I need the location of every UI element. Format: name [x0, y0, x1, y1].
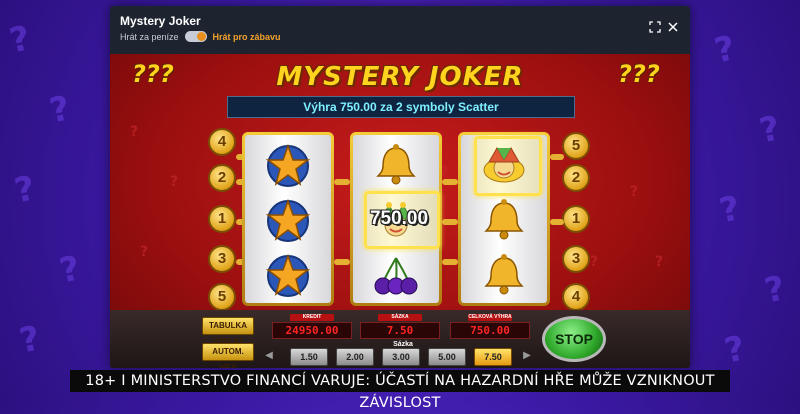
autoplay-button[interactable]: AUTOM. HRA [202, 343, 254, 368]
mode-fun-label[interactable]: Hrát pro zábavu [213, 32, 281, 42]
payline-connector [550, 154, 564, 160]
star-icon [245, 137, 331, 193]
payline-number: 1 [562, 205, 590, 233]
total-win-meter: CELKOVÁ VÝHRA 750.00 [450, 314, 530, 340]
bell-icon [461, 192, 547, 248]
close-icon[interactable] [666, 21, 680, 35]
modal-title: Mystery Joker [120, 14, 201, 28]
reel-1 [242, 132, 334, 306]
paytable-button[interactable]: TABULKA VÝPLAT [202, 317, 254, 346]
bet-option-selected[interactable]: 7.50 [474, 348, 512, 366]
mode-toggle[interactable] [184, 31, 207, 42]
gambling-warning: 18+ I MINISTERSTVO FINANCÍ VARUJE: ÚČAST… [70, 370, 730, 411]
payline-number: 3 [562, 245, 590, 273]
payline-connector [442, 259, 458, 265]
star-icon [245, 247, 331, 303]
bet-option[interactable]: 2.00 [336, 348, 374, 366]
bet-option[interactable]: 3.00 [382, 348, 420, 366]
game-modal: Mystery Joker Hrát za peníze Hrát pro zá… [110, 6, 690, 368]
total-win-value: 750.00 [450, 322, 530, 339]
bet-option[interactable]: 5.00 [428, 348, 466, 366]
credit-value: 24950.00 [272, 322, 352, 339]
bell-icon [353, 137, 439, 193]
win-message: Výhra 750.00 za 2 symboly Scatter [227, 96, 575, 118]
game-logo: MYSTERY JOKER [276, 62, 524, 92]
bet-decrease-icon[interactable]: ◀ [264, 350, 274, 362]
cherries-icon [353, 247, 439, 303]
payline-number: 5 [208, 283, 236, 311]
payline-connector [334, 179, 350, 185]
payline-number: 4 [562, 283, 590, 311]
bet-increase-icon[interactable]: ▶ [522, 350, 532, 362]
payline-number: 2 [208, 164, 236, 192]
payline-number: 4 [208, 128, 236, 156]
bell-icon [461, 247, 547, 303]
winning-symbol-highlight [474, 136, 542, 196]
star-icon [245, 192, 331, 248]
stop-button[interactable]: STOP [542, 316, 606, 362]
payline-number: 3 [208, 245, 236, 273]
control-bar: TABULKA VÝPLAT AUTOM. HRA KREDIT 24950.0… [110, 310, 690, 368]
bet-meter-label: SÁZKA [378, 314, 422, 321]
toggle-knob [196, 32, 206, 41]
payline-connector [442, 179, 458, 185]
modal-header: Mystery Joker Hrát za peníze Hrát pro zá… [110, 6, 690, 54]
payline-connector [550, 219, 564, 225]
payline-connector [442, 219, 458, 225]
payline-number: 2 [562, 164, 590, 192]
bet-meter-value: 7.50 [360, 322, 440, 339]
bet-option[interactable]: 1.50 [290, 348, 328, 366]
bet-selector-label: Sázka [393, 341, 413, 348]
payline-number: 1 [208, 205, 236, 233]
payline-connector [334, 259, 350, 265]
win-amount-overlay: 750.00 [369, 208, 429, 229]
payline-number: 5 [562, 132, 590, 160]
bet-meter: SÁZKA 7.50 [360, 314, 440, 340]
mode-real-label[interactable]: Hrát za peníze [120, 32, 179, 42]
fullscreen-icon[interactable] [648, 21, 662, 35]
slot-game: ? ? ? ? ? ? ? ? ? ? ??? ??? MYSTERY JOKE… [110, 54, 690, 368]
credit-label: KREDIT [290, 314, 334, 321]
mode-switch: Hrát za peníze Hrát pro zábavu [120, 31, 281, 42]
total-win-label: CELKOVÁ VÝHRA [468, 314, 512, 321]
reel-window [245, 135, 331, 303]
credit-meter: KREDIT 24950.00 [272, 314, 352, 340]
